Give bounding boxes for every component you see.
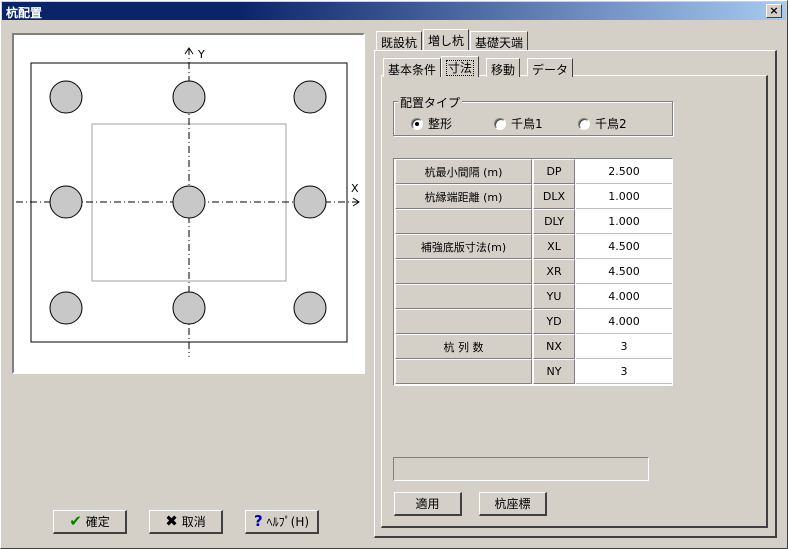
dimension-grid: 杭最小間隔 (m) DP 2.500 杭縁端距離 (m) DLX 1.000 DLY 1.00… — [393, 158, 673, 386]
grid-row: 補強底版寸法(m) XL 4.500 — [394, 234, 672, 259]
grid-row: NY 3 — [394, 359, 672, 384]
grid-row-value[interactable]: 4.500 — [576, 259, 672, 284]
radio-regular-circle[interactable] — [411, 117, 423, 130]
grid-row: DLY 1.000 — [394, 209, 672, 234]
apply-button[interactable]: 適用 — [394, 492, 462, 516]
radio-staggered-2[interactable]: 千鳥2 — [578, 115, 627, 132]
grid-row-value[interactable]: 1.000 — [576, 184, 672, 209]
tab-added-piles[interactable]: 増し杭 — [423, 29, 470, 50]
grid-row-value[interactable]: 4.000 — [576, 284, 672, 309]
layout-type-title: 配置タイプ — [398, 94, 463, 111]
grid-row-code: DP — [533, 159, 575, 184]
grid-row-value[interactable]: 4.500 — [576, 234, 672, 259]
grid-row-name: 杭 列 数 — [395, 334, 532, 359]
radio-staggered-2-circle[interactable] — [578, 117, 590, 130]
tab-dimensions[interactable]: 寸法 — [441, 56, 480, 77]
y-axis-label: Y — [197, 48, 205, 61]
help-button-label: ﾍﾙﾌﾟ(H) — [266, 515, 310, 529]
grid-row-name — [395, 259, 532, 284]
pile-circle — [49, 291, 83, 325]
pile-circle — [49, 185, 83, 219]
grid-row-name — [395, 209, 532, 234]
grid-row-value[interactable]: 1.000 — [576, 209, 672, 234]
grid-row: 杭 列 数 NX 3 — [394, 334, 672, 359]
grid-row: 杭最小間隔 (m) DP 2.500 — [394, 159, 672, 184]
grid-row-value[interactable]: 2.500 — [576, 159, 672, 184]
pile-circle — [172, 185, 206, 219]
status-field — [393, 457, 649, 481]
pile-circle — [293, 80, 327, 114]
pile-circle — [172, 80, 206, 114]
pile-layout-drawing: X Y — [12, 33, 365, 374]
grid-row-name: 杭縁端距離 (m) — [395, 184, 532, 209]
pile-coordinates-button[interactable]: 杭座標 — [479, 492, 547, 516]
ok-button-label: 確定 — [85, 515, 110, 529]
grid-row-code: XR — [533, 259, 575, 284]
grid-row-code: YD — [533, 309, 575, 334]
grid-row-code: XL — [533, 234, 575, 259]
pile-circle — [172, 291, 206, 325]
window-title: 杭配置 — [6, 6, 43, 20]
grid-row-code: YU — [533, 284, 575, 309]
grid-row-value[interactable]: 3 — [576, 334, 672, 359]
grid-row-name — [395, 284, 532, 309]
ok-button[interactable]: ✔ 確定 — [53, 510, 127, 534]
pile-layout-svg: X Y — [16, 47, 360, 357]
grid-row-value[interactable]: 3 — [576, 359, 672, 384]
tab-move[interactable]: 移動 — [486, 58, 521, 77]
tab-existing-piles[interactable]: 既設杭 — [376, 31, 423, 50]
grid-row-code: DLX — [533, 184, 575, 209]
grid-row-code: DLY — [533, 209, 575, 234]
check-icon: ✔ — [69, 512, 82, 530]
radio-regular[interactable]: 整形 — [411, 115, 452, 132]
grid-row-name — [395, 359, 532, 384]
tab-foundation-top[interactable]: 基礎天端 — [470, 31, 529, 50]
grid-row-name: 補強底版寸法(m) — [395, 234, 532, 259]
tab-data[interactable]: データ — [527, 58, 574, 77]
help-button[interactable]: ? ﾍﾙﾌﾟ(H) — [245, 510, 319, 534]
tab-basic-conditions[interactable]: 基本条件 — [383, 58, 442, 77]
radio-staggered-1[interactable]: 千鳥1 — [494, 115, 543, 132]
grid-row: XR 4.500 — [394, 259, 672, 284]
radio-staggered-1-label: 千鳥1 — [511, 117, 543, 131]
cancel-button-label: 取消 — [181, 515, 206, 529]
apply-button-label: 適用 — [415, 497, 440, 511]
radio-staggered-1-circle[interactable] — [494, 117, 506, 130]
cross-icon: ✖ — [165, 512, 178, 530]
title-bar[interactable]: 杭配置 × — [2, 2, 786, 20]
grid-row-name — [395, 309, 532, 334]
cancel-button[interactable]: ✖ 取消 — [149, 510, 223, 534]
radio-staggered-2-label: 千鳥2 — [595, 117, 627, 131]
grid-row: YU 4.000 — [394, 284, 672, 309]
radio-regular-label: 整形 — [428, 117, 453, 131]
close-button[interactable]: × — [766, 4, 782, 18]
grid-row-code: NX — [533, 334, 575, 359]
grid-row: 杭縁端距離 (m) DLX 1.000 — [394, 184, 672, 209]
grid-row-value[interactable]: 4.000 — [576, 309, 672, 334]
pile-circle — [293, 185, 327, 219]
grid-row-code: NY — [533, 359, 575, 384]
x-axis-label: X — [351, 182, 359, 195]
pile-circle — [293, 291, 327, 325]
pile-coordinates-button-label: 杭座標 — [494, 497, 531, 511]
grid-row-name: 杭最小間隔 (m) — [395, 159, 532, 184]
pile-circle — [49, 80, 83, 114]
help-icon: ? — [253, 512, 263, 530]
grid-row: YD 4.000 — [394, 309, 672, 334]
